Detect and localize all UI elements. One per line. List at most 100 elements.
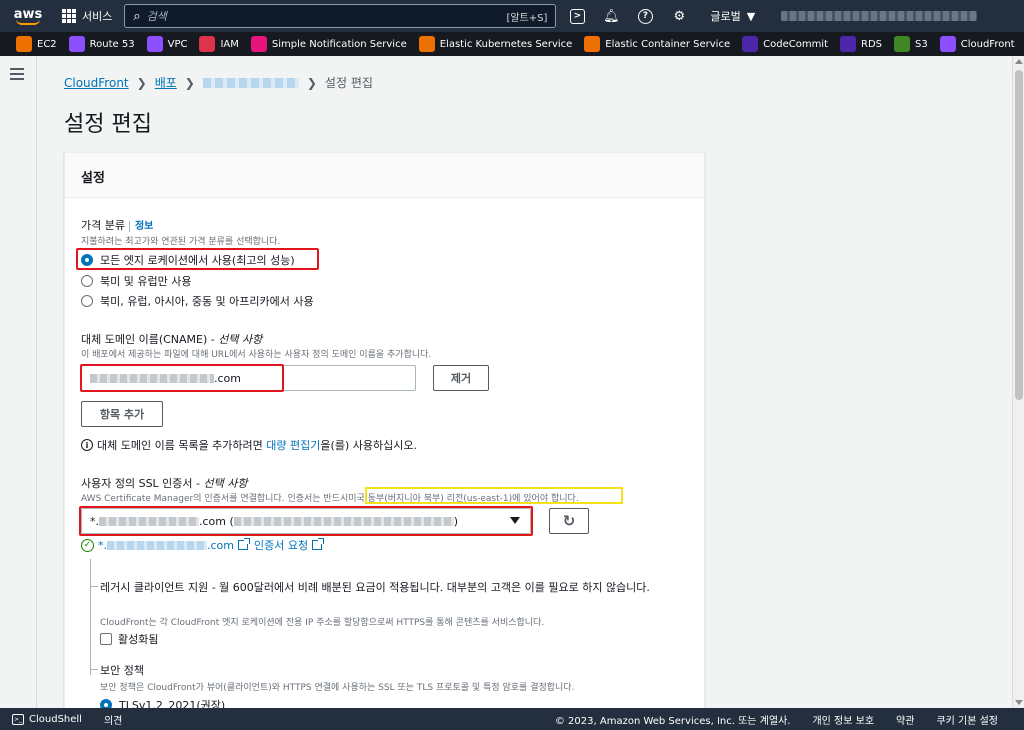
service-icon	[742, 36, 759, 52]
chevron-right-icon: ❯	[306, 75, 317, 90]
scrollbar-thumb[interactable]	[1015, 70, 1023, 400]
search-input[interactable]	[146, 9, 507, 23]
privacy-link[interactable]: 개인 정보 보호	[812, 712, 874, 727]
bulk-editor-link[interactable]: 대량 편집기	[266, 437, 320, 453]
region-highlight-box	[365, 487, 623, 504]
legacy-support-title: 레거시 클라이언트 지원 - 월 600달러에서 비례 배분된 요금이 적용됩니…	[100, 581, 650, 594]
security-policy-desc: 보안 정책은 CloudFront가 뷰어(클라이언트)와 HTTPS 연결에 …	[100, 683, 575, 693]
menu-icon[interactable]	[10, 68, 24, 80]
breadcrumb-current: 설정 편집	[324, 76, 373, 90]
service-icon	[418, 36, 435, 52]
favorites-bar: EC2 Route 53 VPC IAM Simple Notification Ser…	[0, 32, 1024, 56]
request-certificate-link[interactable]: 인증서 요청	[254, 537, 308, 553]
highlight-box	[80, 364, 284, 392]
chevron-right-icon: ❯	[184, 75, 195, 90]
cloudshell-button[interactable]: >	[564, 0, 590, 32]
tree-line	[90, 586, 98, 587]
external-link-icon	[312, 538, 325, 550]
checkbox-icon	[100, 633, 112, 645]
favorite-route-53[interactable]: Route 53	[68, 36, 135, 52]
help-icon: ?	[637, 8, 653, 24]
security-policy-title: 보안 정책	[100, 664, 144, 677]
favorite-iam[interactable]: IAM	[199, 36, 239, 52]
search-bar[interactable]: ⌕ [알트+S]	[124, 4, 557, 28]
highlight-box	[76, 248, 319, 270]
service-icon	[894, 36, 911, 52]
feedback-link[interactable]: 의견	[104, 712, 122, 727]
footer: >_ CloudShell 의견 © 2023, Amazon Web Serv…	[0, 708, 1024, 730]
radio-icon	[81, 295, 93, 307]
blurred-status-domain	[107, 540, 207, 550]
add-item-button[interactable]: 항목 추가	[81, 401, 163, 427]
favorite-simple-notification-service[interactable]: Simple Notification Service	[250, 36, 407, 52]
search-icon: ⌕	[133, 8, 141, 24]
favorite-ec2[interactable]: EC2	[16, 36, 57, 52]
terms-link[interactable]: 약관	[896, 712, 914, 727]
info-link[interactable]: 정보	[128, 221, 154, 232]
breadcrumb-cloudfront[interactable]: CloudFront	[64, 76, 129, 90]
favorite-cloudfront[interactable]: CloudFront	[939, 36, 1015, 52]
page-title: 설정 편집	[64, 112, 152, 137]
account-menu-blurred[interactable]	[781, 11, 978, 21]
service-icon	[199, 36, 216, 52]
top-navigation: aws 서비스 ⌕ [알트+S] > 🔔︎ ? ⚙ 글로벌 ▼	[0, 0, 1024, 32]
terminal-icon: >	[569, 8, 585, 24]
favorite-s3[interactable]: S3	[894, 36, 928, 52]
bell-icon: 🔔︎	[603, 8, 620, 24]
legacy-support-desc: CloudFront는 각 CloudFront 엣지 로케이션에 전용 IP …	[100, 618, 545, 628]
certificate-status: ✓ *. .com 인증서 요청	[81, 537, 328, 553]
price-class-label: 가격 분류 정보	[81, 219, 154, 232]
favorite-rds[interactable]: RDS	[840, 36, 882, 52]
chevron-right-icon: ❯	[136, 75, 147, 90]
service-icon	[939, 36, 956, 52]
service-icon	[584, 36, 601, 52]
service-icon	[250, 36, 267, 52]
settings-panel: 설정 가격 분류 정보 지불하려는 최고가와 연관된 가격 분류를 선택합니다. …	[64, 152, 705, 722]
caret-down-icon: ▼	[746, 9, 756, 23]
service-icon	[146, 36, 163, 52]
cname-label: 대체 도메인 이름(CNAME) - 선택 사항	[81, 333, 263, 346]
radio-icon	[81, 275, 93, 287]
services-menu-button[interactable]: 서비스	[62, 8, 112, 24]
region-selector[interactable]: 글로벌 ▼	[710, 8, 755, 24]
ssl-label: 사용자 정의 SSL 인증서 - 선택 사항	[81, 477, 248, 490]
bulk-editor-note: i 대체 도메인 이름 목록을 추가하려면 대량 편집기 을(를) 사용하십시오.	[81, 437, 417, 453]
aws-logo[interactable]: aws	[8, 0, 48, 32]
refresh-button[interactable]: ↻	[549, 508, 589, 534]
aws-smile-icon	[16, 19, 40, 25]
radio-na-eu-asia[interactable]: 북미, 유럽, 아시아, 중동 및 아프리카에서 사용	[81, 293, 314, 309]
settings-button[interactable]: ⚙	[666, 0, 692, 32]
remove-button[interactable]: 제거	[433, 365, 489, 391]
breadcrumb: CloudFront ❯ 배포 ❯ ❯ 설정 편집	[64, 74, 373, 91]
sidebar-divider	[36, 56, 37, 708]
breadcrumb-distributions[interactable]: 배포	[155, 74, 177, 91]
favorite-vpc[interactable]: VPC	[146, 36, 187, 52]
search-shortcut-hint: [알트+S]	[506, 12, 548, 24]
panel-title: 설정	[65, 153, 704, 198]
favorite-codecommit[interactable]: CodeCommit	[742, 36, 828, 52]
cloudshell-footer-button[interactable]: >_ CloudShell	[12, 713, 82, 725]
price-class-desc: 지불하려는 최고가와 연관된 가격 분류를 선택합니다.	[81, 237, 281, 247]
highlight-box	[79, 506, 533, 536]
service-icon	[16, 36, 32, 52]
cname-desc: 이 배포에서 제공하는 파일에 대해 URL에서 사용하는 사용자 정의 도메인…	[81, 350, 432, 360]
favorite-elastic-container-service[interactable]: Elastic Container Service	[584, 36, 730, 52]
external-link-icon	[238, 538, 250, 550]
service-icon	[68, 36, 85, 52]
radio-na-eu[interactable]: 북미 및 유럽만 사용	[81, 273, 191, 289]
legacy-enabled-checkbox[interactable]: 활성화됨	[100, 631, 158, 647]
breadcrumb-distribution-id-blurred[interactable]	[202, 77, 299, 88]
favorite-elastic-kubernetes-service[interactable]: Elastic Kubernetes Service	[418, 36, 572, 52]
scroll-down-icon[interactable]	[1015, 700, 1023, 705]
scroll-up-icon[interactable]	[1015, 59, 1023, 64]
help-button[interactable]: ?	[632, 0, 658, 32]
page-scrollbar[interactable]	[1012, 56, 1024, 708]
tree-line	[90, 669, 98, 670]
gear-icon: ⚙	[673, 8, 686, 24]
check-circle-icon: ✓	[81, 538, 94, 552]
grid-icon	[62, 9, 76, 23]
info-icon: i	[81, 439, 93, 451]
service-icon	[840, 36, 857, 52]
cookie-preferences-link[interactable]: 쿠키 기본 설정	[936, 712, 998, 727]
notifications-button[interactable]: 🔔︎	[598, 0, 624, 32]
